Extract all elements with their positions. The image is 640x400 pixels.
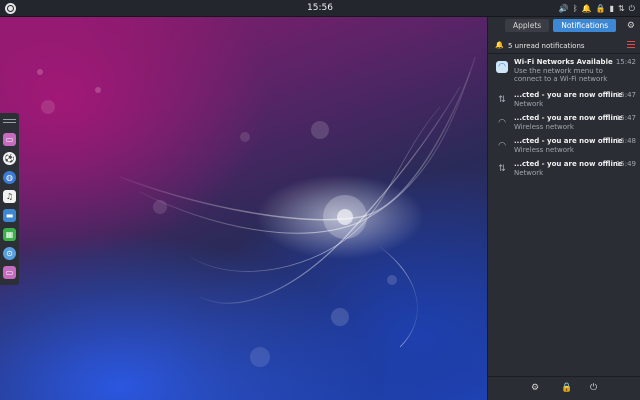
files-app-2-icon[interactable]: ▭ bbox=[3, 266, 16, 279]
clock[interactable]: 15:56 bbox=[0, 3, 640, 13]
notification-time: 15:48 bbox=[615, 137, 636, 145]
wifi-offline-icon: ◠ bbox=[498, 118, 506, 128]
notification-item[interactable]: ⇅ ...cted - you are now offline Network … bbox=[488, 160, 640, 182]
top-panel: 15:56 🔊 ᛒ 🔔 🔒 ▮ ⇅ ⏻ bbox=[0, 0, 640, 17]
tab-applets[interactable]: Applets bbox=[505, 19, 550, 32]
notification-title: ...cted - you are now offline bbox=[514, 114, 623, 122]
volume-icon[interactable]: 🔊 bbox=[559, 3, 569, 15]
network-app-icon[interactable]: ⊙ bbox=[3, 247, 16, 260]
notification-body: Network bbox=[514, 169, 544, 177]
desktop-wallpaper bbox=[0, 17, 487, 400]
notification-body: Network bbox=[514, 100, 544, 108]
clear-notifications-icon[interactable] bbox=[627, 41, 635, 49]
notification-title: Wi-Fi Networks Available bbox=[514, 58, 613, 66]
notification-item[interactable]: ◠ ...cted - you are now offline Wireless… bbox=[488, 137, 640, 159]
music-app-icon[interactable]: ♫ bbox=[3, 190, 16, 203]
notification-item[interactable]: ◠ ...cted - you are now offline Wireless… bbox=[488, 114, 640, 136]
notification-item[interactable]: ⇅ ...cted - you are now offline Network … bbox=[488, 91, 640, 113]
notification-title: ...cted - you are now offline bbox=[514, 160, 623, 168]
lock-icon[interactable]: 🔒 bbox=[596, 3, 606, 15]
wallpaper-swirl bbox=[37, 56, 476, 367]
battery-icon[interactable]: ▮ bbox=[610, 3, 614, 15]
folder-app-icon[interactable]: ▬ bbox=[3, 209, 16, 222]
notification-body: Wireless network bbox=[514, 123, 574, 131]
notification-body: Use the network menu to connect to a Wi-… bbox=[514, 67, 608, 83]
notification-header: 🔔 5 unread notifications bbox=[488, 38, 640, 54]
power-icon[interactable]: ⏻ bbox=[590, 383, 597, 393]
notification-time: 15:49 bbox=[615, 160, 636, 168]
system-tray: 🔊 ᛒ 🔔 🔒 ▮ ⇅ ⏻ bbox=[559, 2, 635, 15]
bell-icon: 🔔 bbox=[495, 41, 504, 49]
sidebar-tabs: Applets Notifications bbox=[505, 19, 617, 32]
power-icon[interactable]: ⏻ bbox=[629, 3, 635, 15]
dock-grip-icon[interactable] bbox=[3, 115, 16, 127]
dock: ▭ ⚽ ◍ ♫ ▬ ▦ ⊙ ▭ bbox=[0, 113, 19, 285]
notification-body: Wireless network bbox=[514, 146, 574, 154]
notification-sidebar: Applets Notifications ⚙ 🔔 5 unread notif… bbox=[487, 17, 640, 400]
notification-item[interactable]: ◠ Wi-Fi Networks Available Use the netwo… bbox=[488, 58, 640, 83]
notification-time: 15:47 bbox=[615, 114, 636, 122]
bluetooth-icon[interactable]: ᛒ bbox=[573, 3, 578, 15]
sidebar-footer: ⚙ 🔒 ⏻ bbox=[488, 376, 640, 400]
notification-time: 15:42 bbox=[615, 58, 636, 66]
browser-app-icon[interactable]: ◍ bbox=[3, 171, 16, 184]
network-offline-icon: ⇅ bbox=[498, 164, 506, 174]
notification-title: ...cted - you are now offline bbox=[514, 137, 623, 145]
tab-notifications[interactable]: Notifications bbox=[553, 19, 617, 32]
notification-bell-icon[interactable]: 🔔 bbox=[582, 3, 592, 15]
wifi-icon: ◠ bbox=[496, 61, 508, 73]
spreadsheet-app-icon[interactable]: ▦ bbox=[3, 228, 16, 241]
notification-title: ...cted - you are now offline bbox=[514, 91, 623, 99]
unread-count: 5 unread notifications bbox=[508, 42, 585, 50]
files-app-icon[interactable]: ▭ bbox=[3, 133, 16, 146]
sidebar-settings-icon[interactable]: ⚙ bbox=[627, 21, 635, 31]
soccer-app-icon[interactable]: ⚽ bbox=[3, 152, 16, 165]
network-icon[interactable]: ⇅ bbox=[618, 3, 625, 15]
wifi-offline-icon: ◠ bbox=[498, 141, 506, 151]
network-offline-icon: ⇅ bbox=[498, 95, 506, 105]
lock-icon[interactable]: 🔒 bbox=[561, 383, 572, 393]
notification-time: 15:47 bbox=[615, 91, 636, 99]
settings-icon[interactable]: ⚙ bbox=[531, 383, 539, 393]
